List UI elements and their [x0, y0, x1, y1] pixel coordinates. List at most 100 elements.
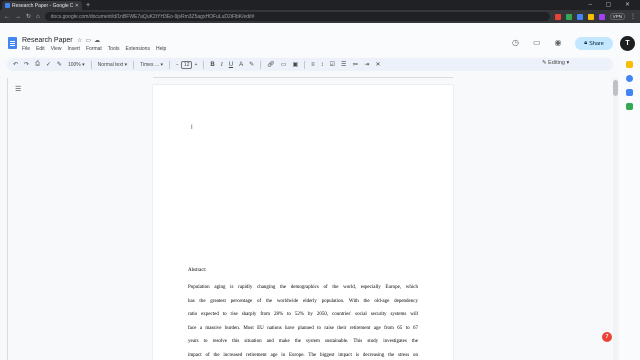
cloud-status-icon[interactable]: ☁ [94, 38, 103, 44]
align-icon[interactable]: ≡ [311, 62, 315, 68]
toolbar-divider [133, 60, 135, 69]
font-size-stepper: − 12 + [176, 60, 197, 69]
font-size-input[interactable]: 12 [180, 60, 193, 69]
extension-icon-3[interactable] [576, 13, 583, 20]
editing-mode-label: Editing [548, 60, 565, 66]
menu-extensions[interactable]: Extensions [125, 46, 149, 52]
checklist-icon[interactable]: ☑ [330, 61, 335, 68]
menu-format[interactable]: Format [86, 46, 102, 52]
paragraph-line: has the greatest percentage of the world… [188, 298, 418, 304]
abstract-paragraph[interactable]: Population aging is rapidly changing the… [188, 281, 418, 360]
menu-file[interactable]: File [22, 46, 30, 52]
editing-mode-select[interactable]: ✎ Editing ▾ [542, 60, 569, 66]
comments-icon[interactable]: ▭ [533, 38, 541, 47]
bullet-list-icon[interactable]: ☰ [341, 61, 346, 68]
style-select[interactable]: Normal text ▾ [98, 62, 127, 68]
docs-logo-icon[interactable] [8, 37, 17, 49]
browser-tab[interactable]: Research Paper - Google Docs ✕ [2, 1, 82, 10]
font-size-decrease-button[interactable]: − [176, 62, 179, 68]
toolbar-divider [90, 60, 92, 69]
font-size-increase-button[interactable]: + [194, 62, 197, 68]
address-bar[interactable]: docs.google.com/document/d/1nBFWE7aQuK2t… [44, 12, 550, 21]
paint-format-icon[interactable]: ✎ [57, 61, 62, 68]
menu-view[interactable]: View [51, 46, 62, 52]
paragraph-line: face a massive burden. Most EU nations h… [188, 325, 418, 331]
paragraph-line: impact of the increased retirement age i… [188, 352, 418, 358]
link-icon[interactable]: 🔗︎ [267, 61, 275, 68]
zoom-select[interactable]: 100% ▾ [68, 62, 85, 68]
print-icon[interactable]: ⎙ [35, 61, 40, 68]
undo-icon[interactable]: ↶ [13, 61, 18, 68]
share-button[interactable]: 🔒︎ Share [575, 37, 613, 50]
side-panel [620, 57, 640, 360]
formatting-toolbar: ↶ ↷ ⎙ ✓ ✎ 100% ▾ Normal text ▾ Times ...… [7, 58, 613, 71]
menu-tools[interactable]: Tools [108, 46, 120, 52]
back-icon[interactable]: ← [4, 14, 10, 20]
header-actions: ◷ ▭ ◉ [512, 38, 562, 47]
style-value: Normal text [97, 61, 124, 68]
bold-button[interactable]: B [210, 62, 214, 68]
menu-edit[interactable]: Edit [36, 46, 45, 52]
tab-title: Research Paper - Google Docs [12, 2, 73, 9]
spellcheck-icon[interactable]: ✓ [46, 61, 51, 68]
new-tab-icon[interactable]: + [86, 2, 90, 9]
abstract-heading[interactable]: Abstract: [188, 268, 206, 273]
document-title[interactable]: Research Paper [22, 37, 73, 44]
paragraph-line: Population aging is rapidly changing the… [188, 285, 418, 290]
window-controls[interactable]: – ▢ ✕ [589, 1, 636, 8]
title-icons: ☆▭☁ [77, 37, 103, 44]
insert-image-icon[interactable]: ▣ [292, 61, 298, 68]
tab-close-icon[interactable]: ✕ [75, 3, 79, 9]
maps-icon[interactable] [626, 103, 633, 110]
move-folder-icon[interactable]: ▭ [85, 38, 94, 44]
menu-bar: File Edit View Insert Format Tools Exten… [22, 46, 166, 52]
zoom-value: 100% [67, 61, 81, 68]
add-comment-icon[interactable]: ▭ [281, 61, 287, 68]
redo-icon[interactable]: ↷ [24, 61, 29, 68]
tasks-icon[interactable] [626, 75, 633, 82]
browser-menu-icon[interactable]: ⋮ [630, 13, 636, 20]
browser-toolbar: ← → ↻ ⌂ docs.google.com/document/d/1nBFW… [0, 10, 640, 23]
home-icon[interactable]: ⌂ [36, 14, 40, 20]
vpn-badge[interactable]: VPN [609, 13, 625, 20]
toolbar-divider [203, 60, 205, 69]
font-select[interactable]: Times ... ▾ [140, 62, 163, 68]
vertical-ruler[interactable] [0, 78, 8, 360]
reload-icon[interactable]: ↻ [26, 13, 31, 20]
scrollbar-thumb[interactable] [613, 80, 618, 96]
font-value: Times ... [140, 61, 160, 68]
text-color-icon[interactable]: A [239, 62, 243, 68]
indent-icon[interactable]: ⇥ [364, 61, 369, 68]
keep-icon[interactable] [626, 61, 633, 68]
extension-icon-4[interactable] [587, 13, 594, 20]
avatar[interactable]: T [620, 36, 635, 51]
lock-icon: 🔒︎ [584, 40, 588, 46]
line-spacing-icon[interactable]: ↕ [321, 62, 324, 68]
browser-tabstrip: Research Paper - Google Docs ✕ + – ▢ ✕ [0, 0, 640, 10]
document-outline-icon[interactable]: ☰ [15, 85, 21, 93]
docs-favicon-icon [5, 3, 10, 8]
paragraph-line: ratio expected to rise sharply from 28% … [188, 312, 418, 318]
text-cursor: I [191, 125, 193, 131]
extension-icon-2[interactable] [565, 13, 572, 20]
version-history-icon[interactable]: ◷ [512, 38, 519, 47]
toolbar-divider [169, 60, 170, 69]
menu-insert[interactable]: Insert [67, 46, 80, 52]
clear-formatting-icon[interactable]: ✕ [375, 61, 380, 68]
underline-button[interactable]: U [229, 62, 233, 68]
toolbar-divider [304, 60, 306, 69]
extension-icon-5[interactable] [598, 13, 605, 20]
toolbar-divider [260, 60, 262, 69]
italic-button[interactable]: I [221, 62, 223, 68]
contacts-icon[interactable] [626, 89, 633, 96]
horizontal-ruler[interactable] [153, 72, 453, 78]
floating-assistant-icon[interactable]: 7 [602, 332, 612, 342]
extension-icon-1[interactable] [554, 13, 561, 20]
meet-icon[interactable]: ◉ [555, 38, 562, 47]
numbered-list-icon[interactable]: ≔ [352, 61, 358, 68]
address-text: docs.google.com/document/d/1nBFWE7aQuK2t… [50, 13, 255, 20]
vertical-scrollbar[interactable] [613, 78, 618, 360]
highlight-icon[interactable]: ✎ [249, 61, 254, 68]
forward-icon[interactable]: → [15, 14, 21, 20]
menu-help[interactable]: Help [156, 46, 166, 52]
